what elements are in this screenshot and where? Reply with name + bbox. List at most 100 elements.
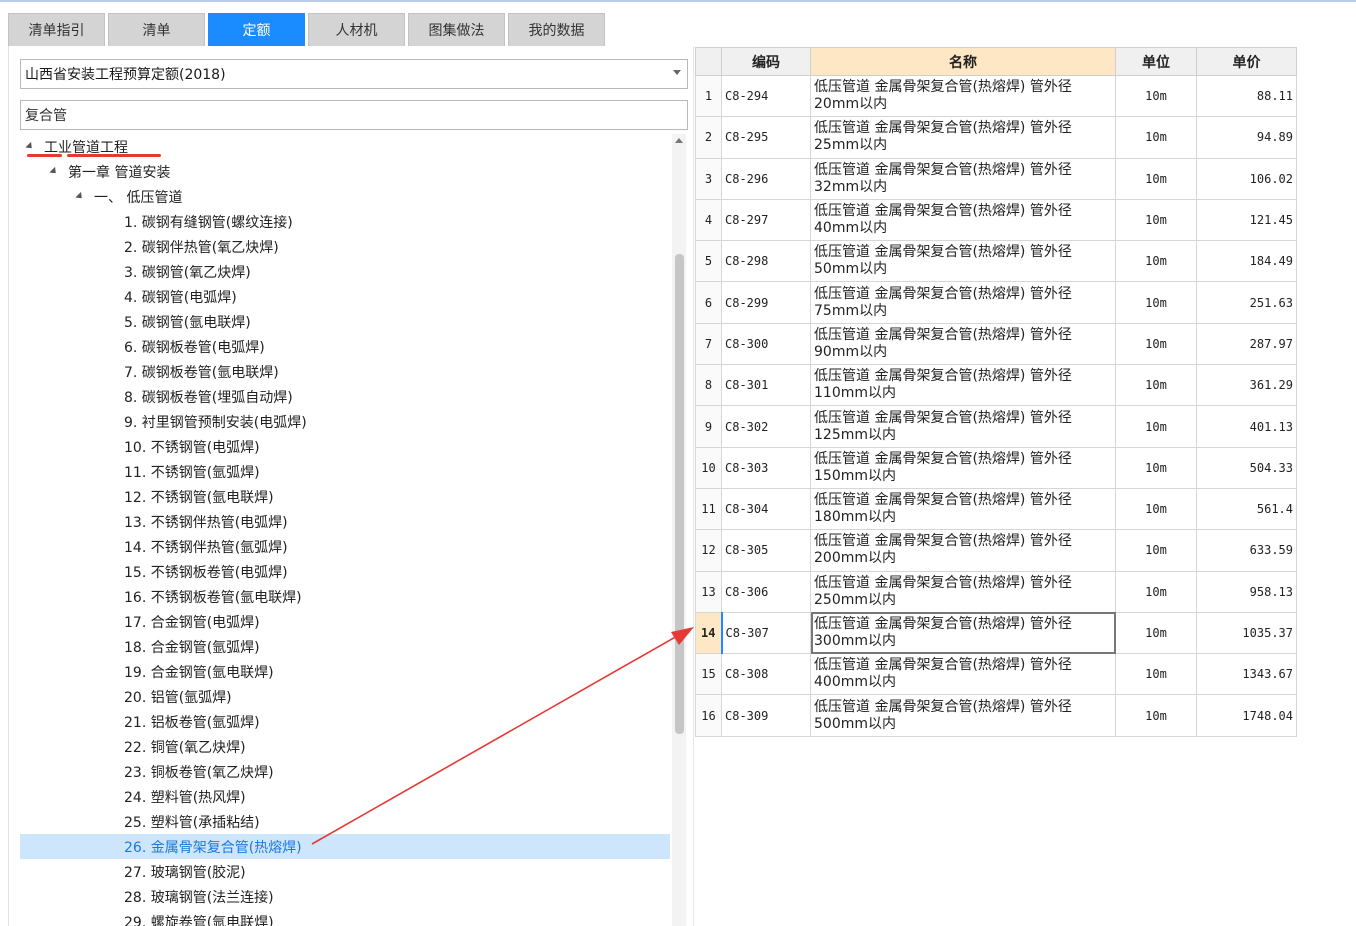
quota-name[interactable]: 低压管道 金属骨架复合管(热熔焊) 管外径25mm以内 <box>810 116 1116 159</box>
quota-price[interactable]: 121.45 <box>1196 198 1297 242</box>
quota-unit[interactable]: 10m <box>1115 116 1197 159</box>
quota-name[interactable]: 低压管道 金属骨架复合管(热熔焊) 管外径20mm以内 <box>810 74 1116 118</box>
row-number[interactable]: 3 <box>695 157 722 200</box>
quota-unit[interactable]: 10m <box>1115 570 1197 613</box>
row-number[interactable]: 4 <box>695 198 722 242</box>
quota-code[interactable]: C8-303 <box>721 446 811 489</box>
quota-price[interactable]: 401.13 <box>1196 405 1297 448</box>
quota-code[interactable]: C8-294 <box>721 74 811 118</box>
quota-unit[interactable]: 10m <box>1115 653 1197 696</box>
quota-price[interactable]: 504.33 <box>1196 446 1297 489</box>
table-row[interactable]: 5 C8-298 低压管道 金属骨架复合管(热熔焊) 管外径50mm以内 10m 184… <box>695 240 1297 283</box>
quota-name[interactable]: 低压管道 金属骨架复合管(热熔焊) 管外径300mm以内 <box>810 611 1116 655</box>
table-row[interactable]: 3 C8-296 低压管道 金属骨架复合管(热熔焊) 管外径32mm以内 10m 106… <box>695 157 1297 200</box>
tree-item[interactable]: 18. 合金钢管(氩弧焊) <box>20 634 670 659</box>
tab-labor-material-machine[interactable]: 人材机 <box>308 13 405 46</box>
quota-price[interactable]: 287.97 <box>1196 322 1297 366</box>
quota-library-select[interactable]: 山西省安装工程预算定额(2018) <box>20 59 688 89</box>
quota-name[interactable]: 低压管道 金属骨架复合管(热熔焊) 管外径250mm以内 <box>810 570 1116 613</box>
quota-price[interactable]: 251.63 <box>1196 281 1297 324</box>
quota-code[interactable]: C8-295 <box>721 116 811 159</box>
row-number[interactable]: 2 <box>695 116 722 159</box>
table-row[interactable]: 7 C8-300 低压管道 金属骨架复合管(热熔焊) 管外径90mm以内 10m 287… <box>695 322 1297 366</box>
tree-item[interactable]: 28. 玻璃钢管(法兰连接) <box>20 884 670 909</box>
quota-name[interactable]: 低压管道 金属骨架复合管(热熔焊) 管外径32mm以内 <box>810 157 1116 200</box>
tree-item[interactable]: 24. 塑料管(热风焊) <box>20 784 670 809</box>
panel-divider[interactable] <box>693 46 694 926</box>
quota-unit[interactable]: 10m <box>1115 694 1197 737</box>
table-row[interactable]: 14 C8-307 低压管道 金属骨架复合管(热熔焊) 管外径300mm以内 10m 1… <box>695 611 1297 655</box>
quota-name[interactable]: 低压管道 金属骨架复合管(热熔焊) 管外径200mm以内 <box>810 529 1116 572</box>
row-number[interactable]: 12 <box>695 529 722 572</box>
quota-name[interactable]: 低压管道 金属骨架复合管(热熔焊) 管外径50mm以内 <box>810 240 1116 283</box>
quota-unit[interactable]: 10m <box>1115 322 1197 366</box>
tab-bill-guide[interactable]: 清单指引 <box>8 13 105 46</box>
quota-unit[interactable]: 10m <box>1115 157 1197 200</box>
table-row[interactable]: 10 C8-303 低压管道 金属骨架复合管(热熔焊) 管外径150mm以内 10m 5… <box>695 446 1297 489</box>
row-number[interactable]: 16 <box>695 694 722 737</box>
quota-unit[interactable]: 10m <box>1115 198 1197 242</box>
row-number[interactable]: 9 <box>695 405 722 448</box>
tree-item[interactable]: 7. 碳钢板卷管(氩电联焊) <box>20 359 670 384</box>
tree-item[interactable]: 19. 合金钢管(氩电联焊) <box>20 659 670 684</box>
tree-item[interactable]: 8. 碳钢板卷管(埋弧自动焊) <box>20 384 670 409</box>
tree-item[interactable]: 5. 碳钢管(氩电联焊) <box>20 309 670 334</box>
quota-unit[interactable]: 10m <box>1115 611 1197 655</box>
tree-item[interactable]: 20. 铝管(氩弧焊) <box>20 684 670 709</box>
quota-price[interactable]: 361.29 <box>1196 364 1297 407</box>
table-row[interactable]: 8 C8-301 低压管道 金属骨架复合管(热熔焊) 管外径110mm以内 10m 36… <box>695 364 1297 407</box>
quota-code[interactable]: C8-308 <box>721 653 811 696</box>
tree-item[interactable]: 2. 碳钢伴热管(氧乙炔焊) <box>20 234 670 259</box>
quota-unit[interactable]: 10m <box>1115 281 1197 324</box>
quota-name[interactable]: 低压管道 金属骨架复合管(热熔焊) 管外径40mm以内 <box>810 198 1116 242</box>
quota-unit[interactable]: 10m <box>1115 529 1197 572</box>
tab-my-data[interactable]: 我的数据 <box>508 13 605 46</box>
scroll-up-icon[interactable] <box>675 138 683 143</box>
quota-name[interactable]: 低压管道 金属骨架复合管(热熔焊) 管外径500mm以内 <box>810 694 1116 737</box>
tree-item[interactable]: 14. 不锈钢伴热管(氩弧焊) <box>20 534 670 559</box>
row-number[interactable]: 7 <box>695 322 722 366</box>
tree-item[interactable]: 15. 不锈钢板卷管(电弧焊) <box>20 559 670 584</box>
quota-price[interactable]: 1748.04 <box>1196 694 1297 737</box>
table-row[interactable]: 6 C8-299 低压管道 金属骨架复合管(热熔焊) 管外径75mm以内 10m 251… <box>695 281 1297 324</box>
table-row[interactable]: 12 C8-305 低压管道 金属骨架复合管(热熔焊) 管外径200mm以内 10m 6… <box>695 529 1297 572</box>
tree-item[interactable]: 9. 衬里钢管预制安装(电弧焊) <box>20 409 670 434</box>
row-number[interactable]: 5 <box>695 240 722 283</box>
tree-item[interactable]: 23. 铜板卷管(氧乙炔焊) <box>20 759 670 784</box>
quota-name[interactable]: 低压管道 金属骨架复合管(热熔焊) 管外径90mm以内 <box>810 322 1116 366</box>
quota-unit[interactable]: 10m <box>1115 240 1197 283</box>
expand-toggle-icon[interactable] <box>49 166 59 177</box>
tree-item[interactable]: 29. 螺旋卷管(氩电联焊) <box>20 909 670 926</box>
quota-price[interactable]: 184.49 <box>1196 240 1297 283</box>
tree-item[interactable]: 25. 塑料管(承插粘结) <box>20 809 670 834</box>
expand-toggle-icon[interactable] <box>75 191 85 202</box>
quota-name[interactable]: 低压管道 金属骨架复合管(热熔焊) 管外径400mm以内 <box>810 653 1116 696</box>
quota-price[interactable]: 958.13 <box>1196 570 1297 613</box>
quota-name[interactable]: 低压管道 金属骨架复合管(热熔焊) 管外径110mm以内 <box>810 364 1116 407</box>
row-number[interactable]: 11 <box>695 487 722 531</box>
quota-price[interactable]: 1343.67 <box>1196 653 1297 696</box>
tree-item[interactable]: 27. 玻璃钢管(胶泥) <box>20 859 670 884</box>
quota-unit[interactable]: 10m <box>1115 446 1197 489</box>
tree-item[interactable]: 22. 铜管(氧乙炔焊) <box>20 734 670 759</box>
quota-name[interactable]: 低压管道 金属骨架复合管(热熔焊) 管外径150mm以内 <box>810 446 1116 489</box>
quota-price[interactable]: 106.02 <box>1196 157 1297 200</box>
quota-code[interactable]: C8-306 <box>721 570 811 613</box>
quota-price[interactable]: 561.4 <box>1196 487 1297 531</box>
quota-code[interactable]: C8-296 <box>721 157 811 200</box>
table-row[interactable]: 9 C8-302 低压管道 金属骨架复合管(热熔焊) 管外径125mm以内 10m 40… <box>695 405 1297 448</box>
tree-node-chapter-1[interactable]: 第一章 管道安装 <box>20 159 670 184</box>
quota-code[interactable]: C8-307 <box>720 611 811 655</box>
chevron-down-icon[interactable] <box>673 70 681 75</box>
quota-unit[interactable]: 10m <box>1115 487 1197 531</box>
row-number[interactable]: 8 <box>695 364 722 407</box>
header-unit[interactable]: 单位 <box>1115 47 1197 76</box>
tree-item[interactable]: 6. 碳钢板卷管(电弧焊) <box>20 334 670 359</box>
quota-code[interactable]: C8-304 <box>721 487 811 531</box>
search-input[interactable] <box>20 100 688 130</box>
quota-code[interactable]: C8-309 <box>721 694 811 737</box>
header-name[interactable]: 名称 <box>810 47 1116 76</box>
tree-item[interactable]: 21. 铝板卷管(氩弧焊) <box>20 709 670 734</box>
quota-price[interactable]: 88.11 <box>1196 74 1297 118</box>
tab-atlas-method[interactable]: 图集做法 <box>408 13 505 46</box>
